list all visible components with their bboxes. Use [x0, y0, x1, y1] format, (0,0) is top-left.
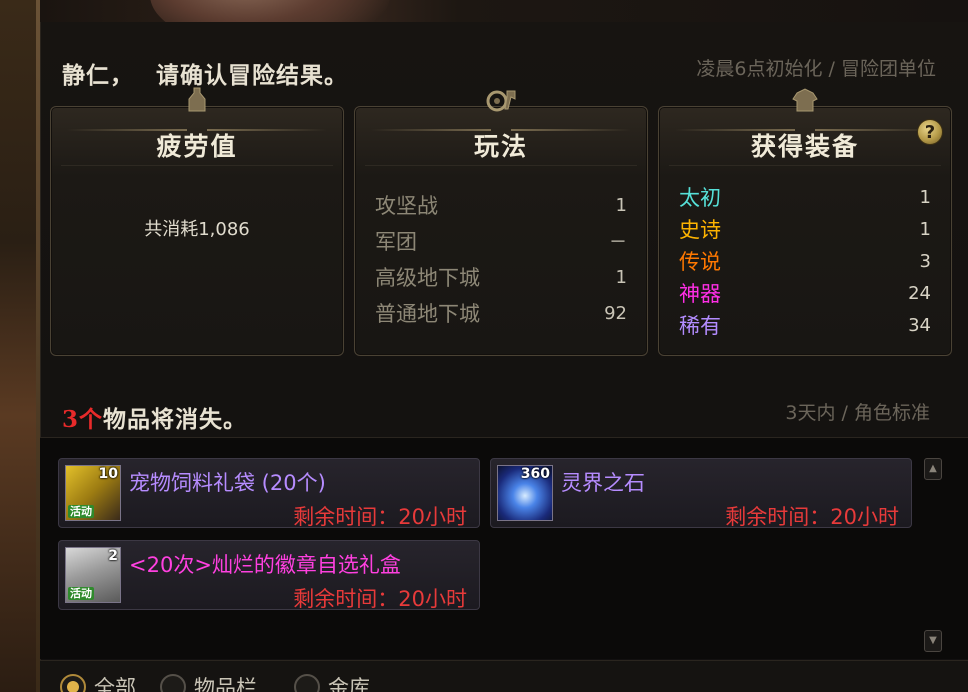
filter-label: 金库 — [328, 676, 370, 692]
radio-dot[interactable] — [160, 674, 186, 692]
equipment-row: 传说 3 — [679, 245, 931, 277]
expiring-count: 3个 — [62, 406, 104, 433]
game-mode-row: 攻坚战 1 — [375, 187, 627, 223]
game-mode-list: 攻坚战 1 军团 － 高级地下城 1 普通地下城 92 — [375, 187, 627, 331]
item-quantity: 2 — [108, 548, 118, 564]
equipment-row: 史诗 1 — [679, 213, 931, 245]
equipment-grade-label: 太初 — [679, 186, 721, 210]
filter-radio-all[interactable]: 全部 — [60, 672, 136, 692]
equipment-grade-count: 1 — [919, 218, 931, 240]
radio-dot[interactable] — [60, 674, 86, 692]
item-list-scrollbar[interactable]: ▲ ▼ — [924, 458, 944, 654]
item-name: <20次>灿烂的徽章自选礼盒 — [129, 553, 401, 577]
player-name: 静仁， — [62, 62, 134, 89]
equipment-grade-count: 3 — [919, 250, 931, 272]
game-mode-count: 92 — [604, 302, 627, 324]
item-remaining-time: 剩余时间：20小时 — [293, 587, 467, 611]
help-icon[interactable]: ? — [917, 119, 943, 145]
game-mode-label: 普通地下城 — [375, 302, 480, 326]
spirit-stone-icon: 360 — [497, 465, 553, 521]
filter-label: 物品栏 — [194, 676, 257, 692]
equipment-grade-label: 传说 — [679, 250, 721, 274]
item-name: 宠物饲料礼袋 (20个) — [129, 471, 326, 495]
game-mode-row: 普通地下城 92 — [375, 295, 627, 331]
item-name: 灵界之石 — [561, 471, 645, 495]
expiring-item[interactable]: 2 活动 <20次>灿烂的徽章自选礼盒 剩余时间：20小时 — [58, 540, 480, 611]
equipment-grade-label: 稀有 — [679, 314, 721, 338]
expiring-item[interactable]: 360 灵界之石 剩余时间：20小时 — [490, 458, 912, 529]
fatigue-card: 疲劳值 共消耗1,086 — [50, 87, 344, 356]
fatigue-consumed-text: 共消耗1,086 — [144, 219, 250, 240]
potion-crest-icon — [175, 85, 219, 115]
filter-radio-vault[interactable]: 金库 — [294, 672, 370, 692]
expiring-items-heading: 3个物品将消失。 — [62, 400, 247, 434]
game-mode-count: 1 — [615, 194, 627, 216]
background-scene-left — [0, 0, 40, 692]
expiring-heading-text: 物品将消失。 — [103, 406, 248, 433]
game-mode-count: 1 — [615, 266, 627, 288]
equipment-grade-label: 史诗 — [679, 218, 721, 242]
event-tag: 活动 — [68, 587, 94, 600]
item-remaining-time: 剩余时间：20小时 — [293, 505, 467, 529]
game-mode-row: 军团 － — [375, 223, 627, 259]
pet-food-bag-icon: 10 活动 — [65, 465, 121, 521]
filter-radio-inventory[interactable]: 物品栏 — [160, 672, 257, 692]
equipment-grade-label: 神器 — [679, 282, 721, 306]
equipment-grade-count: 1 — [919, 186, 931, 208]
expiring-item[interactable]: 10 活动 宠物饲料礼袋 (20个) 剩余时间：20小时 — [58, 458, 480, 529]
chevron-down-icon[interactable]: ▼ — [924, 630, 942, 652]
item-quantity: 10 — [98, 466, 118, 482]
game-mode-label: 攻坚战 — [375, 194, 438, 218]
filter-label: 全部 — [94, 676, 136, 692]
expiring-scope-info: 3天内 / 角色标准 — [785, 402, 930, 424]
card-divider — [669, 165, 941, 166]
equipment-grade-count: 24 — [908, 282, 931, 304]
reset-info-text: 凌晨6点初始化 / 冒险团单位 — [696, 58, 936, 80]
emblem-box-icon: 2 活动 — [65, 547, 121, 603]
card-divider — [61, 165, 333, 166]
item-remaining-time: 剩余时间：20小时 — [725, 505, 899, 529]
game-mode-label: 高级地下城 — [375, 266, 480, 290]
radio-dot[interactable] — [294, 674, 320, 692]
equipment-row: 稀有 34 — [679, 309, 931, 341]
game-mode-count: － — [609, 232, 627, 253]
equipment-row: 太初 1 — [679, 181, 931, 213]
equipment-list: 太初 1 史诗 1 传说 3 神器 24 稀有 34 — [679, 181, 931, 341]
armor-crest-icon — [783, 85, 827, 115]
game-mode-card: 玩法 攻坚战 1 军团 － 高级地下城 1 普通地下城 92 — [354, 90, 648, 356]
fatigue-card-title: 疲劳值 — [156, 132, 238, 161]
equipment-grade-count: 34 — [908, 314, 931, 336]
game-mode-label: 军团 — [375, 230, 417, 254]
event-tag: 活动 — [68, 505, 94, 518]
game-mode-row: 高级地下城 1 — [375, 259, 627, 295]
game-mode-card-title: 玩法 — [473, 132, 528, 161]
card-divider — [365, 165, 637, 166]
equipment-card-title: 获得装备 — [750, 132, 859, 161]
item-quantity: 360 — [520, 466, 550, 482]
chevron-up-icon[interactable]: ▲ — [924, 458, 942, 480]
gear-axe-crest-icon — [479, 85, 523, 115]
equipment-row: 神器 24 — [679, 277, 931, 309]
equipment-card: 获得装备 ? 太初 1 史诗 1 传说 3 神器 24 稀有 34 — [658, 88, 952, 356]
